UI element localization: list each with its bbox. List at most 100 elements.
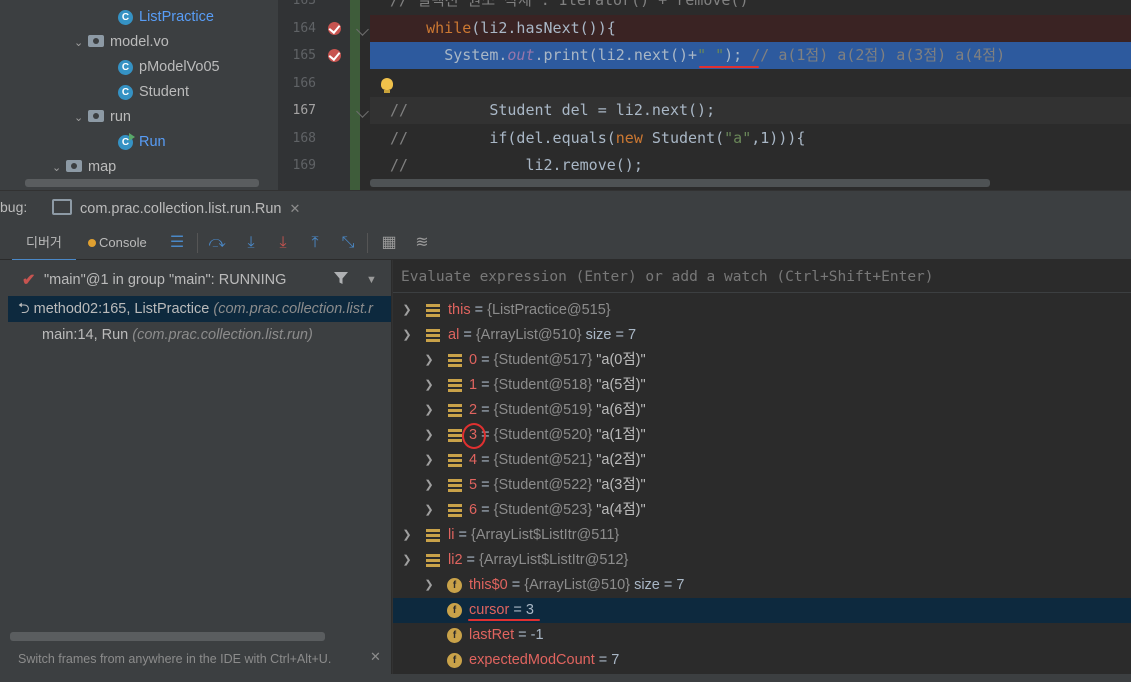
debug-tool-header: bug: com.prac.collection.list.run.Run ✕ (0, 190, 1131, 230)
code-line-166[interactable] (370, 70, 1131, 97)
variable-row[interactable]: ❯ li = {ArrayList$ListItr@511} (393, 523, 1131, 548)
force-step-into-icon[interactable]: ⤓ (271, 231, 295, 255)
console-icon (88, 239, 96, 247)
chevron-right-icon[interactable]: ❯ (401, 298, 413, 323)
line-number: 169 (292, 158, 316, 173)
field-icon: f (447, 603, 462, 618)
variables-panel: ❯ this = {ListPractice@515} ❯ al = {Arra… (392, 260, 1131, 682)
line-number: 165 (292, 48, 316, 63)
field-icon (448, 479, 462, 492)
chevron-right-icon[interactable]: ❯ (423, 423, 435, 448)
variable-row[interactable]: ❯ 1 = {Student@518} "a(5점)" (393, 373, 1131, 398)
step-into-icon[interactable]: ⤓ (239, 231, 263, 255)
class-icon: C (118, 85, 133, 100)
tab-console[interactable]: Console (88, 227, 147, 259)
code-line-168[interactable]: // if(del.equals(new Student("a",1))){ (370, 125, 1131, 152)
tree-item-run-package[interactable]: ⌄ run (74, 105, 131, 130)
line-number: 164 (292, 21, 316, 36)
editor-scrollbar[interactable] (370, 179, 990, 187)
variable-row[interactable]: ❯ al = {ArrayList@510} size = 7 (393, 323, 1131, 348)
return-arrow-icon: ⮌ (18, 301, 30, 317)
chevron-right-icon[interactable]: ❯ (401, 523, 413, 548)
line-number: 166 (292, 76, 316, 91)
code-line-167[interactable]: // Student del = li2.next(); (370, 97, 1131, 124)
field-icon (426, 554, 440, 567)
toolbar-separator (197, 233, 198, 253)
annotation-circle (462, 423, 486, 449)
chevron-down-icon[interactable]: ❯ (401, 548, 413, 573)
code-line-165-execution-point[interactable]: System.out.print(li2.next()+" "); // a(1… (370, 42, 1131, 69)
chevron-right-icon[interactable]: ❯ (423, 448, 435, 473)
tab-debugger[interactable]: 디버거 (12, 227, 76, 262)
variable-row[interactable]: f expectedModCount = 7 (393, 648, 1131, 673)
field-icon (448, 404, 462, 417)
chevron-down-icon[interactable]: ❯ (401, 323, 413, 348)
chevron-down-icon[interactable]: ⌄ (52, 156, 66, 181)
field-icon: f (447, 628, 462, 643)
variable-row[interactable]: ❯ 0 = {Student@517} "a(0점)" (393, 348, 1131, 373)
breakpoint-icon[interactable] (328, 22, 341, 35)
variable-row[interactable]: ❯ li2 = {ArrayList$ListItr@512} (393, 548, 1131, 573)
tree-item-run-class[interactable]: C Run (118, 130, 166, 155)
code-text: li2.remove(); (525, 156, 643, 174)
run-config-tab[interactable]: com.prac.collection.list.run.Run ✕ (52, 191, 311, 230)
code-line-164[interactable]: while(li2.hasNext()){ (370, 15, 1131, 42)
tree-item-pmodelvo05[interactable]: CpModelVo05 (118, 55, 220, 80)
evaluate-expression-icon[interactable]: ▦ (377, 231, 401, 255)
line-number: 163 (292, 0, 316, 8)
variable-row[interactable]: ❯ 5 = {Student@522} "a(3점)" (393, 473, 1131, 498)
chevron-down-icon[interactable]: ⌄ (74, 106, 88, 131)
trace-stream-icon[interactable]: ≋ (410, 231, 434, 255)
lightbulb-icon[interactable] (381, 78, 393, 93)
run-class-icon: C (118, 133, 135, 150)
field-icon (426, 304, 440, 317)
field-icon (448, 379, 462, 392)
menu-icon[interactable]: ☰ (165, 231, 189, 255)
evaluate-expression-input[interactable] (393, 260, 1123, 294)
step-out-icon[interactable]: ⤒ (303, 231, 327, 255)
tree-scrollbar[interactable] (25, 179, 259, 187)
chevron-right-icon[interactable]: ❯ (423, 498, 435, 523)
chevron-right-icon[interactable]: ❯ (423, 373, 435, 398)
filter-icon[interactable] (333, 270, 349, 286)
variable-row[interactable]: ❯ f this$0 = {ArrayList@510} size = 7 (393, 573, 1131, 598)
chevron-right-icon[interactable]: ❯ (423, 473, 435, 498)
variable-row[interactable]: ❯ 4 = {Student@521} "a(2점)" (393, 448, 1131, 473)
check-icon: ✔ (22, 272, 36, 289)
frames-scrollbar[interactable] (10, 632, 325, 641)
class-icon: C (118, 10, 133, 25)
variable-row[interactable]: ❯ this = {ListPractice@515} (393, 298, 1131, 323)
code-text: System.out.print(li2.next()+" "); // a(1… (444, 46, 1006, 64)
variable-row-selected[interactable]: f cursor = 3 (393, 598, 1131, 623)
variable-row[interactable]: ❯ 3 = {Student@520} "a(1점)" (393, 423, 1131, 449)
code-line-163[interactable]: // 일렉션 원소 삭제 : Iterator() + remove() (370, 0, 1131, 14)
tree-item-listpractice[interactable]: C ListPractice (118, 5, 214, 30)
chevron-down-icon[interactable]: ▼ (366, 274, 377, 286)
code-text: Student del = li2.next(); (489, 101, 716, 119)
variable-row[interactable]: ❯ 2 = {Student@519} "a(6점)" (393, 398, 1131, 423)
chevron-down-icon[interactable]: ⌄ (74, 31, 88, 56)
frame-item[interactable]: main:14, Run (com.prac.collection.list.r… (8, 322, 391, 348)
chevron-right-icon[interactable]: ❯ (423, 398, 435, 423)
tree-item-map[interactable]: ⌄ map (52, 155, 116, 180)
breakpoint-icon[interactable] (328, 49, 341, 62)
frame-item[interactable]: ⮌ method02:165, ListPractice (com.prac.co… (8, 296, 391, 322)
code-line-169[interactable]: // li2.remove(); (370, 152, 1131, 179)
status-bar (0, 674, 1131, 682)
variable-row[interactable]: f lastRet = -1 (393, 623, 1131, 648)
chevron-right-icon[interactable]: ❯ (423, 348, 435, 373)
close-icon[interactable]: ✕ (370, 649, 381, 665)
close-icon[interactable]: ✕ (289, 201, 300, 216)
variable-row[interactable]: ❯ 6 = {Student@523} "a(4점)" (393, 498, 1131, 523)
chevron-right-icon[interactable]: ❯ (423, 573, 435, 598)
annotation-underline (468, 619, 540, 621)
tree-item-student[interactable]: C Student (118, 80, 189, 105)
code-editor[interactable]: 163 164 165 166 167 168 169 // 일렉션 원소 삭제… (278, 0, 1131, 190)
thread-selector[interactable]: ✔ "main"@1 in group "main": RUNNING ▼ (0, 264, 391, 294)
step-over-icon[interactable]: ⤼ (205, 231, 229, 255)
run-to-cursor-icon[interactable]: ⤡ (336, 231, 360, 255)
field-icon (448, 354, 462, 367)
tree-item-model-vo[interactable]: ⌄ model.vo (74, 30, 169, 55)
line-number: 168 (292, 131, 316, 146)
console-window-icon (52, 199, 72, 215)
